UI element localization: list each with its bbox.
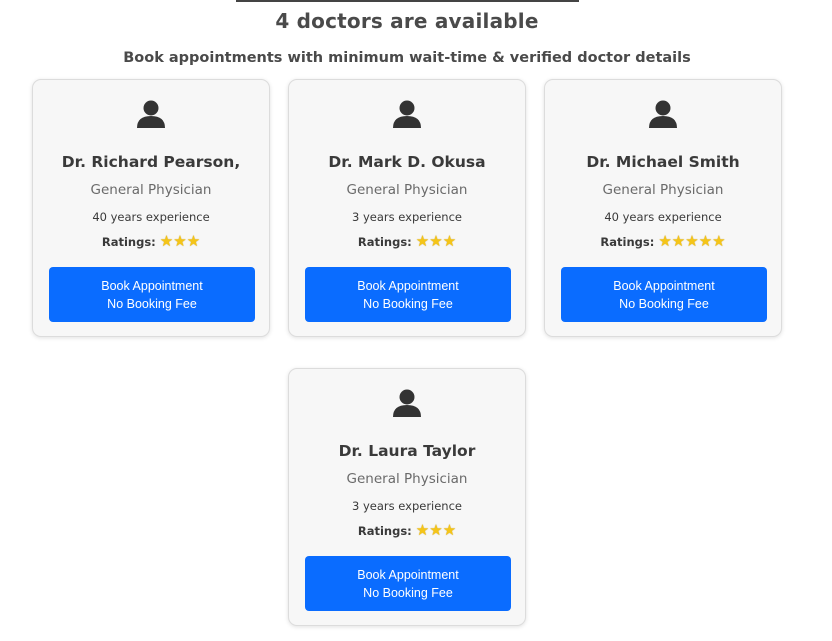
doctor-experience: 40 years experience: [604, 210, 722, 224]
rating-stars: ★ ★ ★: [416, 234, 456, 249]
book-appointment-button[interactable]: Book Appointment No Booking Fee: [561, 267, 767, 322]
booking-fee-label: No Booking Fee: [619, 296, 709, 311]
rating-stars: ★ ★ ★: [160, 234, 200, 249]
page-title: 4 doctors are available: [275, 9, 539, 33]
doctor-experience: 3 years experience: [351, 499, 462, 513]
doctor-specialty: General Physician: [346, 471, 468, 487]
booking-fee-label: No Booking Fee: [107, 296, 197, 311]
doctor-card: Dr. Richard Pearson, General Physician 4…: [32, 79, 270, 337]
booking-fee-label: No Booking Fee: [363, 585, 453, 600]
star-icon: ★: [186, 232, 201, 250]
booking-fee-label: No Booking Fee: [363, 296, 453, 311]
star-icon: ★: [159, 232, 174, 250]
book-button-label: Book Appointment: [101, 278, 203, 293]
book-button-label: Book Appointment: [357, 278, 459, 293]
star-icon: ★: [173, 232, 187, 250]
ratings-label: Ratings:: [101, 234, 156, 249]
doctor-card: Dr. Michael Smith General Physician 40 y…: [544, 79, 782, 337]
star-icon: ★: [429, 232, 443, 250]
star-icon: ★: [658, 232, 672, 250]
star-icon: ★: [429, 521, 443, 539]
star-icon: ★: [415, 521, 430, 539]
doctor-specialty: General Physician: [90, 182, 212, 198]
doctor-card: Dr. Mark D. Okusa General Physician 3 ye…: [288, 79, 526, 337]
doctor-name: Dr. Laura Taylor: [338, 442, 476, 460]
star-icon: ★: [442, 521, 457, 539]
book-appointment-button[interactable]: Book Appointment No Booking Fee: [305, 556, 511, 611]
book-button-label: Book Appointment: [357, 567, 459, 582]
page-subtitle: Book appointments with minimum wait-time…: [123, 50, 691, 66]
rating-stars: ★ ★ ★ ★ ★: [658, 234, 725, 249]
ratings-label: Ratings:: [357, 234, 412, 249]
star-icon: ★: [712, 232, 726, 250]
book-button-label: Book Appointment: [613, 278, 715, 293]
doctor-specialty: General Physician: [602, 182, 724, 198]
doctor-ratings: Ratings: ★ ★ ★: [289, 523, 525, 538]
book-appointment-button[interactable]: Book Appointment No Booking Fee: [49, 267, 255, 322]
rating-stars: ★ ★ ★: [416, 523, 456, 538]
doctor-specialty: General Physician: [346, 182, 468, 198]
doctor-ratings: Ratings: ★ ★ ★ ★ ★: [545, 234, 781, 249]
user-icon: [289, 389, 525, 419]
doctor-ratings: Ratings: ★ ★ ★: [33, 234, 269, 249]
ratings-label: Ratings:: [600, 234, 655, 249]
star-icon: ★: [671, 232, 686, 250]
doctor-name: Dr. Michael Smith: [586, 153, 740, 171]
doctor-experience: 40 years experience: [92, 210, 210, 224]
star-icon: ★: [415, 232, 430, 250]
top-divider: [236, 0, 579, 2]
star-icon: ★: [685, 232, 699, 250]
user-icon: [33, 100, 269, 130]
doctor-card: Dr. Laura Taylor General Physician 3 yea…: [288, 368, 526, 626]
book-appointment-button[interactable]: Book Appointment No Booking Fee: [305, 267, 511, 322]
ratings-label: Ratings:: [357, 523, 412, 538]
doctor-name: Dr. Richard Pearson,: [61, 153, 241, 171]
doctor-name: Dr. Mark D. Okusa: [328, 153, 486, 171]
user-icon: [545, 100, 781, 130]
doctor-ratings: Ratings: ★ ★ ★: [289, 234, 525, 249]
star-icon: ★: [698, 232, 713, 250]
user-icon: [289, 100, 525, 130]
doctor-experience: 3 years experience: [351, 210, 462, 224]
star-icon: ★: [442, 232, 457, 250]
